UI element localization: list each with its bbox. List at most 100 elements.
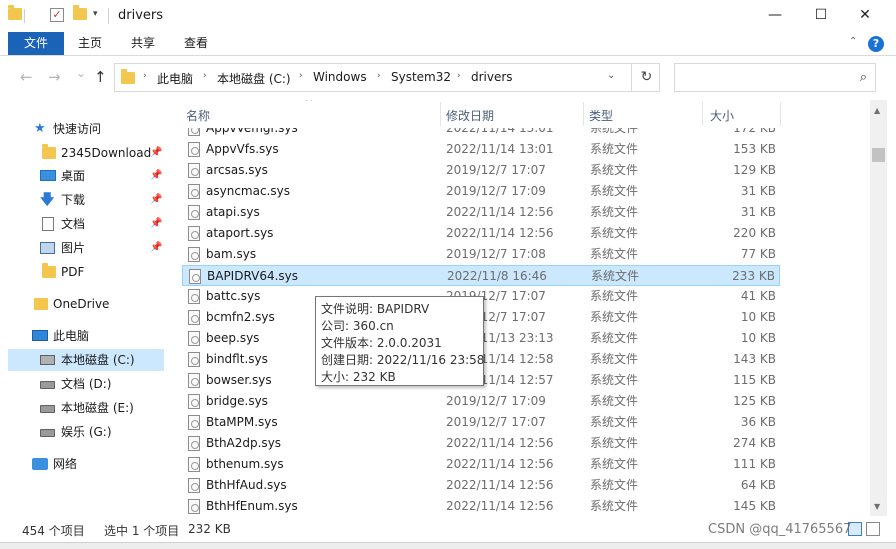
- ribbon-expand-icon[interactable]: ⌃: [849, 36, 857, 47]
- file-type: 系统文件: [590, 373, 639, 387]
- breadcrumb-windows[interactable]: Windows: [313, 70, 367, 84]
- vertical-scrollbar[interactable]: ▲ ▼: [870, 100, 887, 516]
- new-folder-icon[interactable]: [73, 5, 87, 20]
- sidebar-item-2345download[interactable]: 2345Download 📌: [0, 142, 164, 164]
- system-file-icon: [188, 310, 200, 325]
- pin-icon[interactable]: 📌: [150, 213, 162, 235]
- pictures-icon: [40, 242, 55, 254]
- column-header-type[interactable]: 类型: [589, 107, 613, 124]
- table-row[interactable]: BthA2dp.sys 2022/11/14 12:56 系统文件 274 KB: [182, 433, 780, 454]
- tab-home[interactable]: 主页: [72, 32, 108, 55]
- close-button[interactable]: ✕: [842, 0, 888, 32]
- forward-icon[interactable]: →: [48, 68, 61, 86]
- pin-icon[interactable]: 📌: [150, 142, 162, 164]
- column-resize-handle[interactable]: [780, 102, 781, 126]
- column-resize-handle[interactable]: [583, 102, 584, 126]
- column-header-size[interactable]: 大小: [710, 107, 734, 124]
- sidebar-item-drive-g[interactable]: 娱乐 (G:): [0, 421, 164, 443]
- address-history-dropdown-icon[interactable]: ⌄: [607, 70, 615, 81]
- pin-icon[interactable]: 📌: [150, 189, 162, 211]
- navigation-pane: ★ 快速访问 2345Download 📌 桌面 📌 🡇 下载 📌 文档 📌 图…: [0, 100, 172, 516]
- sidebar-item-label: 快速访问: [53, 122, 102, 136]
- breadcrumb-drivers[interactable]: drivers: [471, 70, 513, 84]
- column-header-date[interactable]: 修改日期: [446, 107, 494, 124]
- sidebar-item-documents[interactable]: 文档 📌: [0, 213, 164, 235]
- table-row[interactable]: arcsas.sys 2019/12/7 17:07 系统文件 129 KB: [182, 160, 780, 181]
- tab-view[interactable]: 查看: [176, 32, 216, 55]
- scroll-down-icon[interactable]: ▼: [874, 502, 880, 511]
- quick-access-dropdown-icon[interactable]: ▾: [93, 9, 98, 19]
- up-icon[interactable]: ↑: [94, 68, 107, 86]
- system-file-icon: [188, 499, 200, 514]
- address-bar[interactable]: › 此电脑 › 本地磁盘 (C:) › Windows › System32 ›…: [114, 63, 660, 92]
- chevron-right-icon[interactable]: ›: [299, 71, 303, 81]
- file-size: 129 KB: [733, 163, 776, 177]
- scroll-up-icon[interactable]: ▲: [874, 106, 880, 115]
- column-header-name[interactable]: 名称: [186, 107, 210, 124]
- table-row[interactable]: BAPIDRV64.sys 2022/11/8 16:46 系统文件 233 KB: [182, 265, 780, 286]
- breadcrumb-this-pc[interactable]: 此电脑: [157, 70, 193, 87]
- sidebar-item-quick-access[interactable]: ★ 快速访问: [0, 118, 164, 140]
- refresh-icon[interactable]: ↻: [631, 64, 661, 91]
- file-size: 143 KB: [733, 352, 776, 366]
- minimize-button[interactable]: —: [752, 0, 798, 32]
- sidebar-item-pictures[interactable]: 图片 📌: [0, 237, 164, 259]
- file-name: bthenum.sys: [206, 457, 284, 471]
- background-window-edge: [0, 542, 896, 549]
- file-name: BAPIDRV64.sys: [207, 269, 299, 283]
- table-row[interactable]: atapi.sys 2022/11/14 12:56 系统文件 31 KB: [182, 202, 780, 223]
- properties-icon[interactable]: ✓: [50, 8, 64, 22]
- sidebar-item-network[interactable]: 网络: [0, 453, 164, 475]
- sidebar-item-this-pc[interactable]: 此电脑: [0, 325, 164, 347]
- table-row[interactable]: bam.sys 2019/12/7 17:08 系统文件 77 KB: [182, 244, 780, 265]
- star-icon: ★: [34, 121, 46, 136]
- pin-icon[interactable]: 📌: [150, 165, 162, 187]
- chevron-right-icon[interactable]: ›: [203, 71, 207, 81]
- sidebar-item-desktop[interactable]: 桌面 📌: [0, 165, 164, 187]
- selection-size: 232 KB: [188, 522, 231, 536]
- divider: [108, 8, 109, 24]
- tooltip-version: 文件版本: 2.0.0.2031: [321, 336, 442, 350]
- table-row[interactable]: AppvVfs.sys 2022/11/14 13:01 系统文件 153 KB: [182, 139, 780, 160]
- tab-share[interactable]: 共享: [124, 32, 162, 55]
- sidebar-item-drive-d[interactable]: 文档 (D:): [0, 373, 164, 395]
- sidebar-item-pdf[interactable]: PDF: [0, 261, 164, 283]
- help-icon[interactable]: ?: [868, 36, 884, 52]
- chevron-right-icon[interactable]: ›: [143, 71, 147, 81]
- sidebar-item-drive-c[interactable]: 本地磁盘 (C:): [8, 349, 164, 371]
- table-row[interactable]: bridge.sys 2019/12/7 17:09 系统文件 125 KB: [182, 391, 780, 412]
- breadcrumb-local-disk-c[interactable]: 本地磁盘 (C:): [217, 70, 291, 87]
- sidebar-item-onedrive[interactable]: OneDrive: [0, 293, 164, 315]
- maximize-button[interactable]: ☐: [798, 0, 844, 32]
- tab-file[interactable]: 文件: [8, 32, 64, 55]
- column-resize-handle[interactable]: [440, 102, 441, 126]
- file-size: 31 KB: [740, 184, 776, 198]
- table-row[interactable]: BthHfEnum.sys 2022/11/14 12:56 系统文件 145 KB: [182, 496, 780, 516]
- file-size: 36 KB: [740, 415, 776, 429]
- large-icons-view-icon[interactable]: [866, 522, 880, 536]
- back-icon[interactable]: ←: [20, 68, 33, 86]
- network-icon: [32, 458, 48, 470]
- file-name: arcsas.sys: [206, 163, 268, 177]
- pin-icon[interactable]: 📌: [150, 237, 162, 259]
- column-resize-handle[interactable]: [702, 102, 703, 126]
- file-type: 系统文件: [590, 289, 639, 303]
- breadcrumb-system32[interactable]: System32: [391, 70, 451, 84]
- table-row[interactable]: BthHfAud.sys 2022/11/14 12:56 系统文件 64 KB: [182, 475, 780, 496]
- table-row[interactable]: bthenum.sys 2022/11/14 12:56 系统文件 111 KB: [182, 454, 780, 475]
- onedrive-folder-icon: [34, 298, 48, 310]
- file-size: 125 KB: [733, 394, 776, 408]
- table-row[interactable]: asyncmac.sys 2019/12/7 17:09 系统文件 31 KB: [182, 181, 780, 202]
- search-icon[interactable]: ⌕: [860, 70, 867, 85]
- scrollbar-thumb[interactable]: [872, 148, 885, 162]
- table-row[interactable]: BtaMPM.sys 2019/12/7 17:07 系统文件 36 KB: [182, 412, 780, 433]
- column-header-row: ^ 名称 修改日期 类型 大小: [182, 100, 870, 128]
- sidebar-item-drive-e[interactable]: 本地磁盘 (E:): [0, 397, 164, 419]
- chevron-right-icon[interactable]: ›: [377, 71, 381, 81]
- recent-locations-icon[interactable]: ⌄: [76, 66, 86, 80]
- search-box[interactable]: ⌕: [674, 63, 876, 92]
- chevron-right-icon[interactable]: ›: [457, 71, 461, 81]
- file-size: 153 KB: [733, 142, 776, 156]
- sidebar-item-downloads[interactable]: 🡇 下载 📌: [0, 189, 164, 211]
- table-row[interactable]: ataport.sys 2022/11/14 12:56 系统文件 220 KB: [182, 223, 780, 244]
